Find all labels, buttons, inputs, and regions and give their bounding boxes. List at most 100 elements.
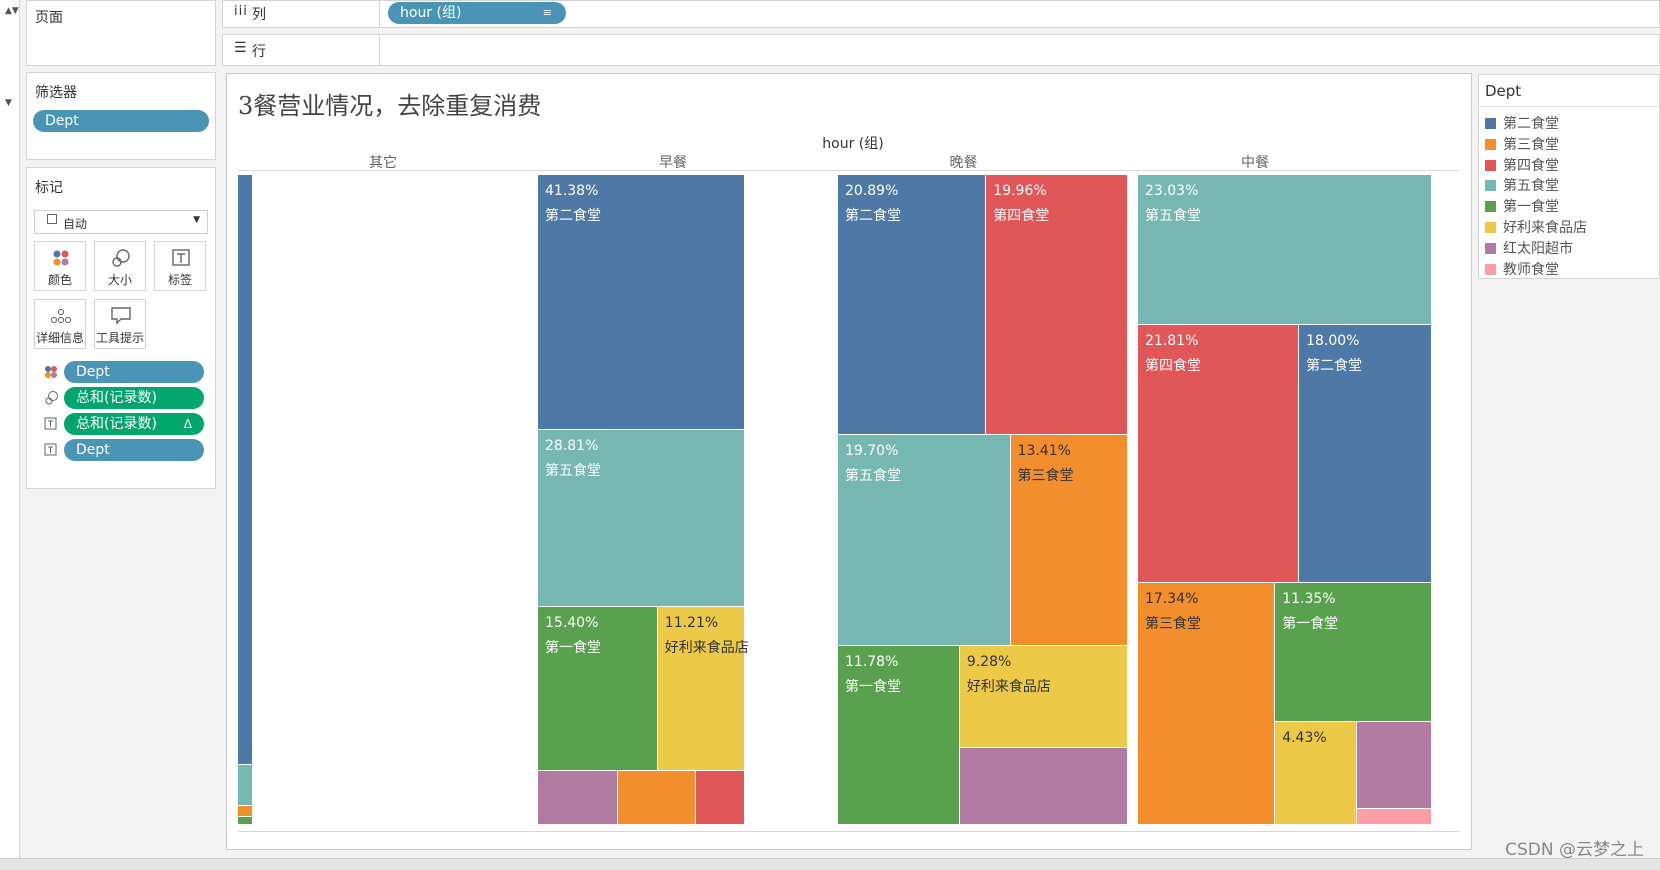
mark-type-value: 自动 <box>63 217 88 231</box>
treemap-cell[interactable] <box>238 764 253 806</box>
chevron-down-icon: ▼ <box>193 215 200 225</box>
treemap-cell[interactable]: 11.35% 第一食堂 <box>1275 583 1432 722</box>
treemap-cell[interactable] <box>1357 721 1432 809</box>
cell-percent-label: 11.21% <box>664 615 719 632</box>
cell-percent-label: 19.96% <box>993 183 1047 199</box>
cell-percent-label: 23.03% <box>1145 183 1199 199</box>
color-card[interactable]: 颜色 <box>34 241 86 291</box>
rows-icon: ☰ <box>234 40 247 56</box>
treemap-cell[interactable]: 11.78% 第一食堂 <box>838 646 960 825</box>
size-icon <box>45 391 58 405</box>
treemap-cell[interactable]: 23.03% 第五食堂 <box>1138 175 1432 325</box>
columns-label: 列 <box>252 7 266 23</box>
cell-percent-label: 9.28% <box>966 654 1012 671</box>
legend-swatch <box>1485 201 1496 213</box>
rows-shelf <box>222 34 1660 66</box>
tooltip-icon <box>111 307 131 325</box>
legend-swatch <box>1485 138 1496 150</box>
label-icon <box>44 443 57 456</box>
column-header: 晚餐 <box>949 155 978 171</box>
treemap-cell[interactable]: 4.43% <box>1275 721 1358 825</box>
treemap-cell[interactable] <box>538 770 618 825</box>
treemap-cell[interactable]: 17.34% 第三食堂 <box>1138 583 1276 825</box>
treemap-cell[interactable]: 19.96% 第四食堂 <box>986 175 1128 436</box>
cell-dept-label: 第五食堂 <box>1145 208 1201 224</box>
cell-dept-label: 第五食堂 <box>545 462 601 479</box>
cell-dept-label: 第三食堂 <box>1145 616 1201 633</box>
cell-percent-label: 19.70% <box>845 443 899 460</box>
label-card-label: 标签 <box>167 273 192 287</box>
columns-pill-text: hour (组) <box>400 5 462 21</box>
legend-swatch <box>1485 263 1496 275</box>
legend-label: 第四食堂 <box>1503 157 1559 174</box>
legend-label: 好利来食品店 <box>1503 220 1587 236</box>
column-axis-title: hour (组) <box>822 136 884 152</box>
label-icon <box>44 417 57 430</box>
treemap-cell[interactable]: 15.40% 第一食堂 <box>538 607 658 771</box>
label-card[interactable]: 标签 <box>154 241 206 291</box>
size-card[interactable]: 大小 <box>94 241 146 291</box>
watermark: CSDN @云梦之上 <box>1505 840 1644 860</box>
treemap-cell[interactable] <box>238 805 253 818</box>
cell-dept-label: 第二食堂 <box>845 208 901 224</box>
filter-pill-dept[interactable]: Dept <box>33 110 209 132</box>
cell-dept-label: 第二食堂 <box>545 208 601 224</box>
legend-divider <box>1478 106 1660 107</box>
rows-label: 行 <box>252 44 266 60</box>
treemap-cell[interactable] <box>617 770 696 825</box>
label-icon <box>172 249 190 266</box>
cell-percent-label: 11.35% <box>1282 591 1336 608</box>
treemap-cell[interactable]: 19.70% 第五食堂 <box>838 435 1011 647</box>
columns-pill-hour[interactable]: hour (组) ≡ <box>388 2 566 24</box>
treemap-cell[interactable] <box>238 817 253 825</box>
cell-dept-label: 第一食堂 <box>1282 616 1339 633</box>
treemap-cell[interactable]: 11.21% 好利来食品店 <box>657 607 749 771</box>
treemap-cell[interactable]: 13.41% 第三食堂 <box>1010 435 1128 647</box>
treemap-cell[interactable] <box>695 770 745 825</box>
bottom-tab-bar <box>0 858 1660 870</box>
sort-icon: ≡ <box>542 6 552 19</box>
legend-label: 教师食堂 <box>1503 261 1559 278</box>
mark-field-dept-label[interactable]: Dept <box>64 439 204 461</box>
cell-percent-label: 21.81% <box>1145 332 1199 349</box>
mark-type-dropdown[interactable]: 自动 ▼ <box>34 210 208 234</box>
chart-title: 3餐营业情况，去除重复消费 <box>238 92 542 120</box>
treemap-cell[interactable]: 18.00% 第二食堂 <box>1299 324 1432 584</box>
cell-percent-label: 28.81% <box>545 437 599 454</box>
columns-shelf-header: iii 列 <box>222 0 380 28</box>
cell-percent-label: 11.78% <box>845 654 899 671</box>
treemap-cell[interactable]: 41.38% 第二食堂 <box>538 175 745 430</box>
cell-dept-label: 第四食堂 <box>1145 357 1201 374</box>
treemap-cell[interactable]: 28.81% 第五食堂 <box>538 429 745 608</box>
legend-label: 第五食堂 <box>1503 178 1559 195</box>
column-header: 早餐 <box>659 155 687 171</box>
cell-dept-label: 第一食堂 <box>545 640 601 657</box>
chart-bottom-line <box>238 831 1460 832</box>
chevron-down-icon[interactable]: ▼ <box>5 98 12 108</box>
legend-title: Dept <box>1485 82 1522 100</box>
legend-swatch <box>1485 159 1496 171</box>
detail-card[interactable]: 详细信息 <box>34 299 86 349</box>
mark-field-count-size[interactable]: 总和(记录数) <box>64 387 204 409</box>
treemap-cell[interactable] <box>238 175 253 765</box>
chevron-icon[interactable]: ▲▼ <box>5 6 19 16</box>
treemap-cell[interactable]: 21.81% 第四食堂 <box>1138 324 1300 584</box>
cell-dept-label: 好利来食品店 <box>966 679 1051 696</box>
cell-percent-label: 18.00% <box>1306 332 1360 349</box>
size-icon <box>112 249 130 267</box>
tooltip-card[interactable]: 工具提示 <box>94 299 146 349</box>
legend-label: 第二食堂 <box>1503 116 1559 132</box>
mark-field-count-label[interactable]: 总和(记录数) Δ <box>64 413 204 435</box>
cell-dept-label: 第五食堂 <box>845 468 901 485</box>
mark-field-dept-color[interactable]: Dept <box>64 361 204 383</box>
treemap-cell[interactable]: 9.28% 好利来食品店 <box>959 646 1128 749</box>
detail-card-label: 详细信息 <box>35 331 84 345</box>
cell-percent-label: 15.40% <box>545 615 599 632</box>
treemap-cell[interactable]: 20.89% 第二食堂 <box>838 175 987 436</box>
pages-panel: 页面 <box>26 0 216 66</box>
treemap-cell[interactable] <box>1357 808 1432 825</box>
treemap-cell[interactable] <box>959 748 1128 825</box>
pages-title: 页面 <box>35 10 63 26</box>
legend-swatch <box>1485 180 1496 192</box>
rows-shelf-header: ☰ 行 <box>222 34 380 66</box>
